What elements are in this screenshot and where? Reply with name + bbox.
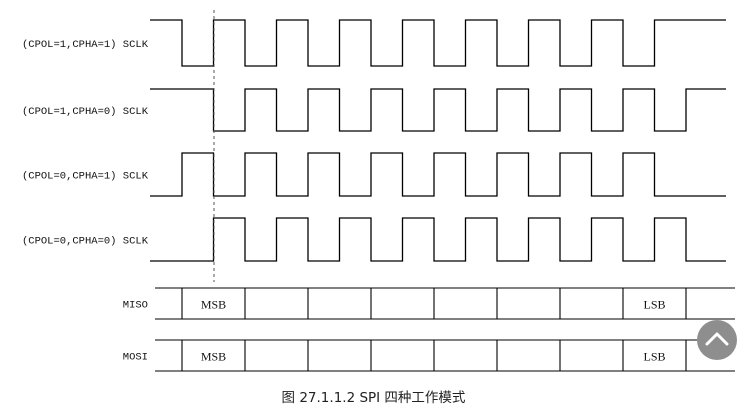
sclk-waveform-3 [150,152,726,197]
figure-caption: 图 27.1.1.2 SPI 四种工作模式 [281,390,466,406]
sclk-label-2: (CPOL=1,CPHA=0) SCLK [22,106,149,118]
mosi-label: MOSI [123,352,148,364]
chevron-up-icon [705,332,729,346]
mosi-last-bit: LSB [643,350,665,364]
mosi-first-bit: MSB [201,350,226,364]
spi-timing-diagram: (CPOL=1,CPHA=1) SCLK (CPOL=1,CPHA=0) SCLK… [22,10,735,372]
sclk-waveform-4 [150,217,726,262]
miso-label: MISO [123,300,148,312]
sclk-label-3: (CPOL=0,CPHA=1) SCLK [22,171,149,183]
sclk-label-1: (CPOL=1,CPHA=1) SCLK [22,39,149,51]
miso-last-bit: LSB [643,298,665,312]
sclk-waveform-1 [150,19,726,67]
sclk-waveform-2 [150,88,726,132]
scroll-to-top-button[interactable] [697,320,737,360]
miso-first-bit: MSB [201,298,226,312]
sclk-label-4: (CPOL=0,CPHA=0) SCLK [22,236,149,248]
